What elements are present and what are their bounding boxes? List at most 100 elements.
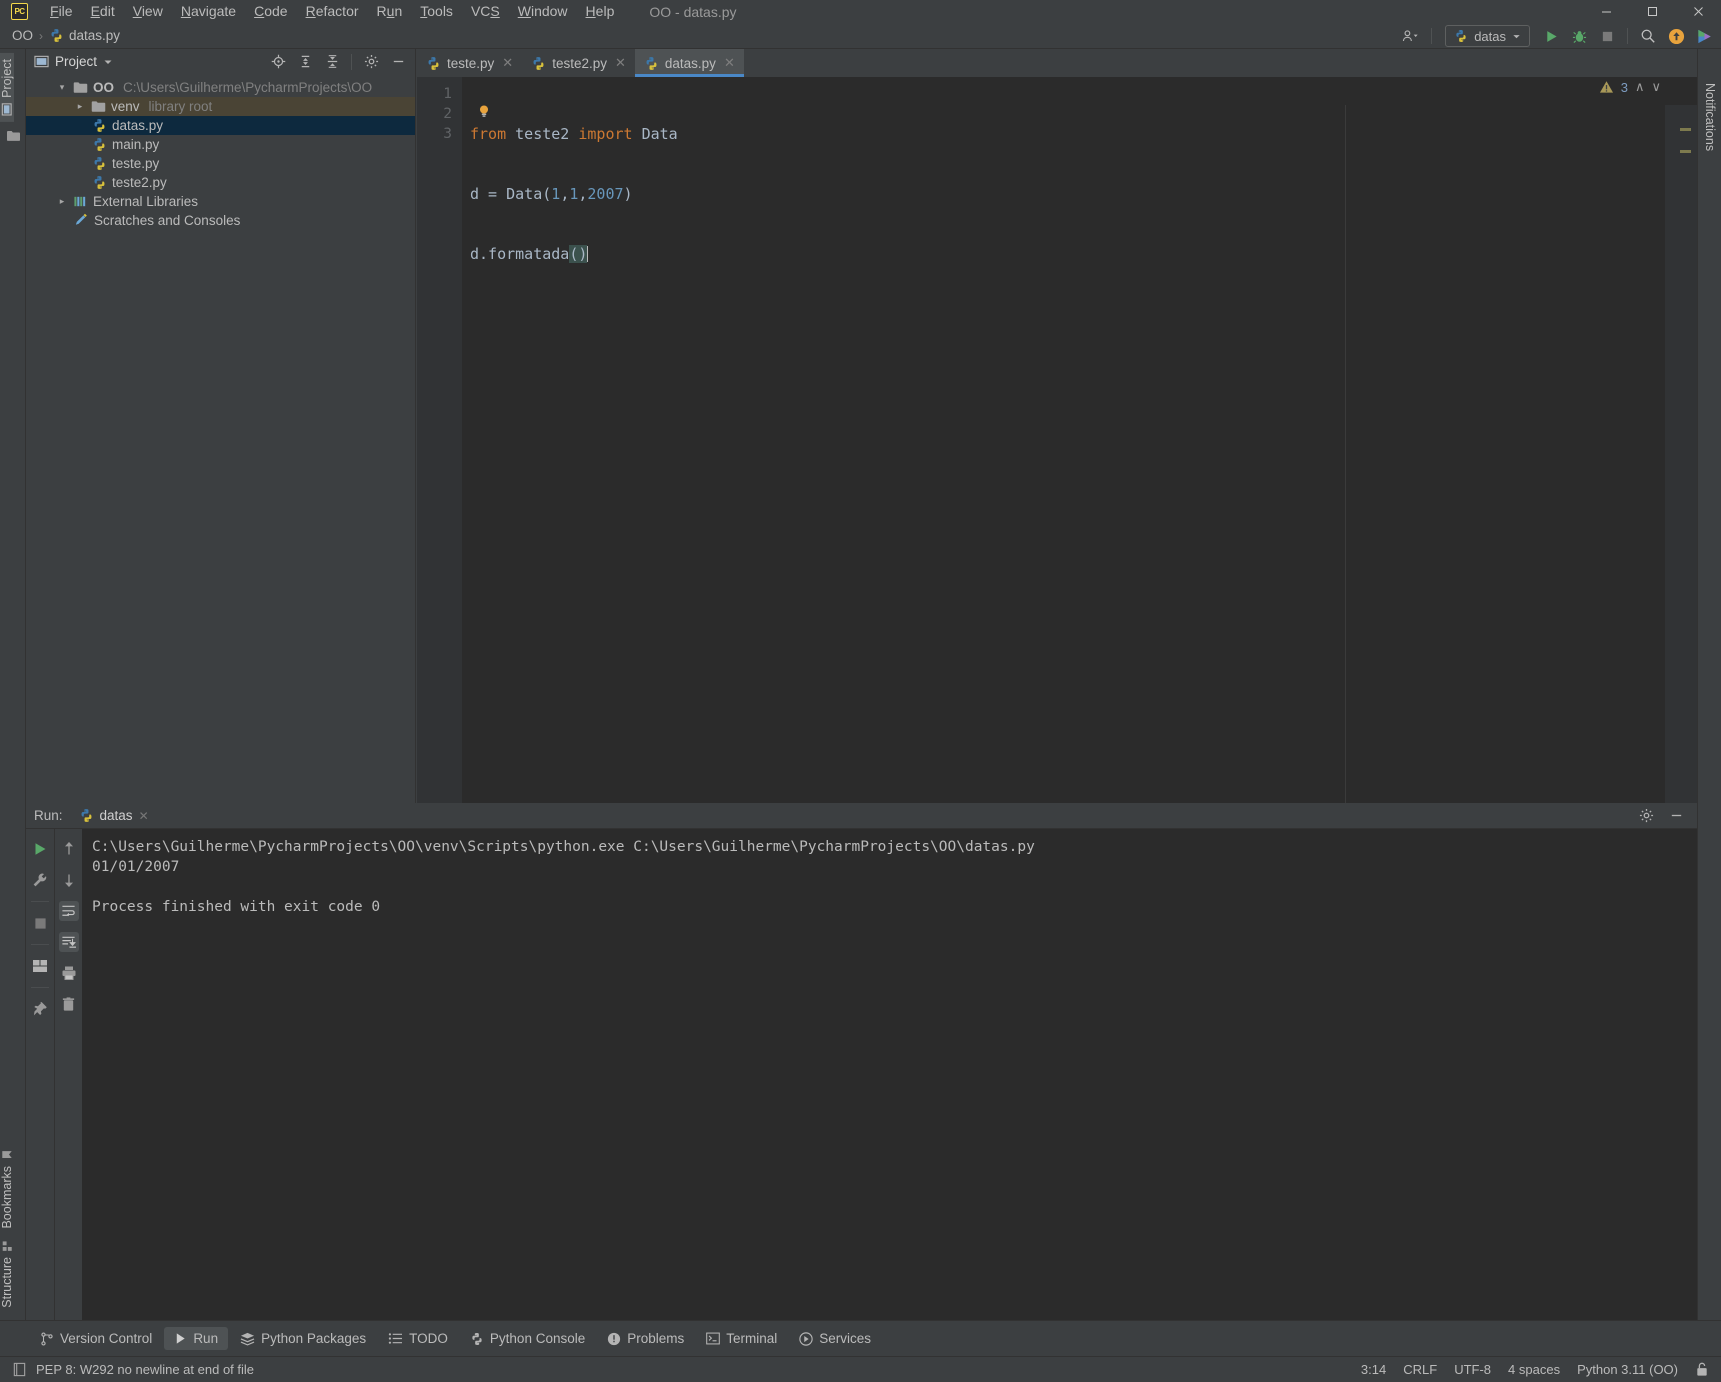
indent-setting[interactable]: 4 spaces: [1508, 1362, 1560, 1377]
chevron-right-icon[interactable]: ▸: [74, 101, 86, 112]
sidebar-item-notifications[interactable]: Notifications: [1698, 77, 1717, 157]
minimize-icon[interactable]: [1663, 804, 1689, 828]
print-icon[interactable]: [59, 963, 79, 983]
tree-row-main-py[interactable]: main.py: [26, 135, 415, 154]
soft-wrap-icon[interactable]: [58, 901, 79, 921]
chevron-down-icon[interactable]: [103, 57, 113, 67]
close-icon[interactable]: ✕: [615, 55, 626, 71]
tool-window-terminal[interactable]: Terminal: [696, 1327, 787, 1350]
console-line-exit: Process finished with exit code 0: [92, 899, 381, 915]
arrow-down-icon[interactable]: [59, 870, 79, 890]
stop-icon[interactable]: [30, 913, 50, 933]
caret-position[interactable]: 3:14: [1361, 1362, 1386, 1377]
tool-window-run[interactable]: Run: [164, 1327, 229, 1350]
gear-icon[interactable]: [358, 50, 384, 74]
layout-icon[interactable]: [30, 956, 50, 976]
tool-window-version-control[interactable]: Version Control: [30, 1327, 162, 1350]
tree-row-project-root[interactable]: ▾ OO C:\Users\Guilherme\PycharmProjects\…: [26, 78, 415, 97]
tool-window-python-packages[interactable]: Python Packages: [230, 1327, 376, 1350]
editor-tab-teste2-py[interactable]: teste2.py ✕: [522, 49, 635, 77]
inspection-widget[interactable]: 3 ∧ ∨: [1599, 79, 1661, 95]
commit-icon[interactable]: [0, 122, 26, 142]
sidebar-item-structure[interactable]: Structure: [0, 1234, 14, 1314]
python-interpreter[interactable]: Python 3.11 (OO): [1577, 1362, 1678, 1377]
intention-bulb-icon[interactable]: [477, 104, 491, 118]
sidebar-item-project[interactable]: Project: [0, 53, 14, 122]
editor-tab-teste-py[interactable]: teste.py ✕: [417, 49, 522, 77]
tool-window-python-console[interactable]: Python Console: [460, 1327, 595, 1350]
line-number: 3: [443, 126, 452, 142]
tool-window-problems[interactable]: Problems: [597, 1327, 694, 1350]
run-configuration-selector[interactable]: datas: [1445, 25, 1530, 47]
gear-icon[interactable]: [1633, 804, 1659, 828]
debug-button[interactable]: [1566, 24, 1592, 48]
window-controls[interactable]: [1583, 0, 1721, 23]
tree-row-label: External Libraries: [93, 194, 199, 209]
tree-row-teste-py[interactable]: teste.py: [26, 154, 415, 173]
file-encoding[interactable]: UTF-8: [1454, 1362, 1491, 1377]
tree-row-datas-py[interactable]: datas.py: [26, 116, 415, 135]
pin-icon[interactable]: [30, 999, 50, 1019]
close-button[interactable]: [1675, 0, 1721, 23]
tool-window-todo[interactable]: TODO: [378, 1327, 458, 1350]
locate-icon[interactable]: [265, 50, 291, 74]
warning-stripe[interactable]: [1680, 128, 1691, 131]
tree-row-scratches[interactable]: Scratches and Consoles: [26, 211, 415, 230]
menu-help[interactable]: Help: [577, 1, 624, 22]
next-problem-icon[interactable]: ∨: [1651, 79, 1661, 95]
lock-icon[interactable]: [1695, 1362, 1709, 1377]
tree-row-teste2-py[interactable]: teste2.py: [26, 173, 415, 192]
breadcrumb[interactable]: OO › datas.py: [0, 28, 120, 43]
menu-run[interactable]: Run: [368, 1, 412, 22]
rerun-icon[interactable]: [30, 839, 50, 859]
chevron-right-icon[interactable]: ▸: [56, 196, 68, 207]
breadcrumb-project[interactable]: OO: [12, 28, 33, 43]
tree-row-external-libraries[interactable]: ▸ External Libraries: [26, 192, 415, 211]
menu-vcs[interactable]: VCS: [462, 1, 509, 22]
code-editor[interactable]: 1 2 3 from teste2 import Data d = Data(1…: [417, 77, 1697, 803]
sidebar-item-bookmarks[interactable]: Bookmarks: [0, 1143, 14, 1235]
minimize-button[interactable]: [1583, 0, 1629, 23]
close-icon[interactable]: ✕: [502, 55, 513, 71]
scroll-to-end-icon[interactable]: [58, 932, 79, 952]
previous-problem-icon[interactable]: ∧: [1635, 79, 1645, 95]
console-output[interactable]: C:\Users\Guilherme\PycharmProjects\OO\ve…: [82, 829, 1697, 1320]
run-button[interactable]: [1538, 24, 1564, 48]
menu-file[interactable]: File: [41, 1, 82, 22]
line-separator[interactable]: CRLF: [1403, 1362, 1437, 1377]
tree-row-venv[interactable]: ▸ venv library root: [26, 97, 415, 116]
python-file-icon: [92, 156, 107, 171]
account-icon[interactable]: [1398, 24, 1424, 48]
menu-code[interactable]: Code: [245, 1, 296, 22]
update-badge-icon[interactable]: [1663, 24, 1689, 48]
warning-stripe[interactable]: [1680, 150, 1691, 153]
menu-refactor[interactable]: Refactor: [297, 1, 368, 22]
editor-tab-datas-py[interactable]: datas.py ✕: [634, 49, 744, 77]
close-icon[interactable]: ✕: [139, 809, 149, 823]
arrow-up-icon[interactable]: [59, 839, 79, 859]
chevron-down-icon[interactable]: ▾: [56, 82, 68, 93]
error-stripe-marker-bar[interactable]: [1665, 105, 1697, 803]
close-icon[interactable]: ✕: [724, 55, 735, 71]
menu-bar[interactable]: File Edit View Navigate Code Refactor Ru…: [41, 1, 623, 22]
tool-window-services[interactable]: Services: [789, 1327, 881, 1350]
menu-edit[interactable]: Edit: [82, 1, 124, 22]
run-tab-datas[interactable]: datas ✕: [73, 808, 155, 823]
wrench-icon[interactable]: [30, 870, 50, 890]
tree-row-sublabel: library root: [148, 99, 213, 114]
menu-tools[interactable]: Tools: [411, 1, 462, 22]
stop-button[interactable]: [1594, 24, 1620, 48]
maximize-button[interactable]: [1629, 0, 1675, 23]
code-text[interactable]: from teste2 import Data d = Data(1,1,200…: [463, 77, 1697, 803]
expand-all-icon[interactable]: [292, 50, 318, 74]
ai-assistant-icon[interactable]: [1691, 24, 1717, 48]
trash-icon[interactable]: [59, 994, 79, 1014]
menu-view[interactable]: View: [124, 1, 172, 22]
minimize-icon[interactable]: [385, 50, 411, 74]
menu-window[interactable]: Window: [509, 1, 577, 22]
menu-navigate[interactable]: Navigate: [172, 1, 245, 22]
search-icon[interactable]: [1635, 24, 1661, 48]
breadcrumb-file[interactable]: datas.py: [69, 28, 120, 43]
collapse-all-icon[interactable]: [319, 50, 345, 74]
inspection-icon[interactable]: [12, 1362, 27, 1377]
